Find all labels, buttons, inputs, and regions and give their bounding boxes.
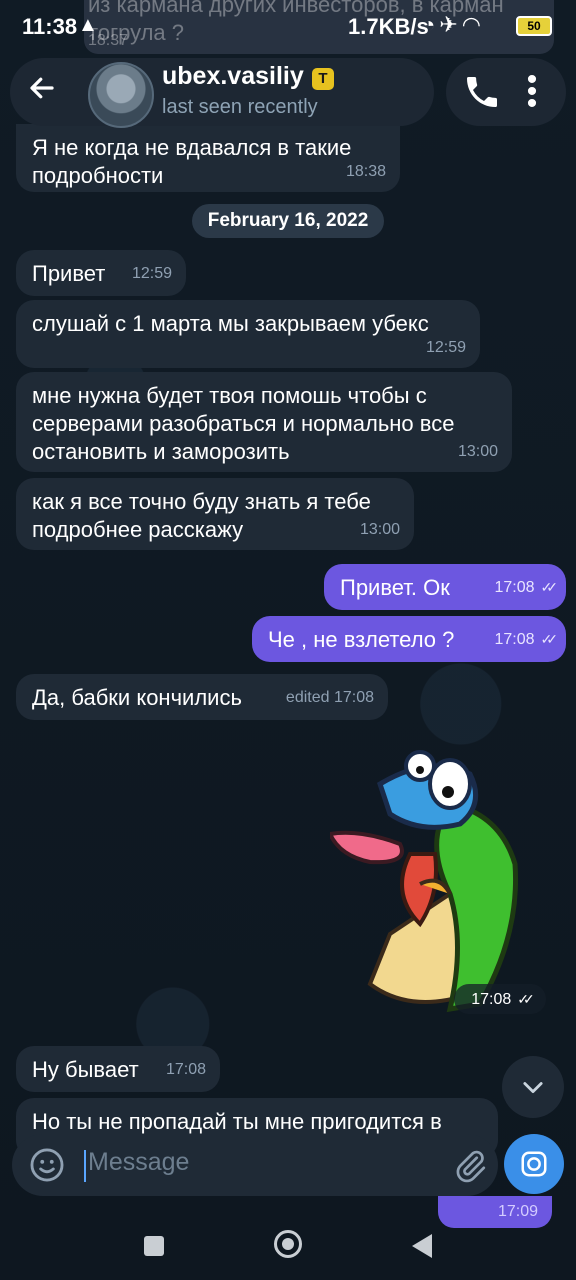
message-time: edited 17:08 xyxy=(285,689,374,706)
message-text: Но ты не пропадай ты мне пригодится в xyxy=(32,1109,442,1134)
message-text: Ну бывает xyxy=(32,1057,139,1082)
status-icons: ◔✈◠ xyxy=(422,12,485,38)
status-time: 11:38 xyxy=(22,14,78,39)
warning-triangle-icon: ▲ xyxy=(78,14,98,36)
message-text: Че , не взлетело ? xyxy=(268,627,455,652)
message-incoming[interactable]: как я все точно буду знать я тебе подроб… xyxy=(16,478,414,550)
airplane-icon: ✈ xyxy=(439,12,462,37)
message-time: 12:59 xyxy=(131,265,172,282)
message-time: 17:08 xyxy=(494,631,535,648)
alarm-icon: ◔ xyxy=(422,12,440,37)
back-button[interactable] xyxy=(412,1234,432,1258)
date-divider: February 16, 2022 xyxy=(192,204,384,238)
chat-title[interactable]: ubex.vasiliy xyxy=(162,62,304,91)
network-speed: 1.7KB/s xyxy=(348,14,429,39)
message-text: Я не когда не вдавался в такие подробнос… xyxy=(32,135,352,188)
message-outgoing[interactable]: Привет. Ок 17:08 ✓✓ xyxy=(324,564,566,610)
battery-icon: 50 xyxy=(516,16,552,36)
double-check-icon: ✓✓ xyxy=(540,579,559,595)
more-options-icon[interactable]: • • • xyxy=(520,65,544,119)
paperclip-icon[interactable] xyxy=(452,1146,488,1186)
message-incoming[interactable]: Ну бывает 17:08 xyxy=(16,1046,220,1092)
emoji-icon[interactable] xyxy=(28,1146,66,1184)
chevron-down-icon xyxy=(523,1082,543,1094)
status-bar: 11:38 ▲ 1.7KB/s ◔✈◠ 50 xyxy=(0,0,576,54)
message-outgoing-partial: 17:09 xyxy=(438,1196,552,1228)
home-button[interactable] xyxy=(274,1230,302,1258)
message-time: 12:59 xyxy=(425,339,466,356)
sticker-time: 17:08 ✓✓ xyxy=(454,984,546,1014)
message-time: 17:09 xyxy=(497,1203,538,1220)
back-arrow-icon[interactable] xyxy=(20,64,64,120)
message-time: 17:08 xyxy=(494,579,535,596)
double-check-icon: ✓✓ xyxy=(517,991,535,1007)
message-incoming[interactable]: Я не когда не вдавался в такие подробнос… xyxy=(16,124,400,192)
message-time: 13:00 xyxy=(457,443,498,460)
double-check-icon: ✓✓ xyxy=(540,631,559,647)
sticker-lizard[interactable] xyxy=(327,744,530,1014)
message-text: Да, бабки кончились xyxy=(32,685,242,710)
message-input[interactable]: Message xyxy=(88,1148,189,1177)
message-incoming[interactable]: слушай с 1 марта мы закрываем убекс 12:5… xyxy=(16,300,480,368)
message-outgoing[interactable]: Че , не взлетело ? 17:08 ✓✓ xyxy=(252,616,566,662)
message-time: 13:00 xyxy=(359,521,400,538)
message-incoming[interactable]: мне нужна будет твоя помошь чтобы с серв… xyxy=(16,372,512,472)
message-incoming[interactable]: Привет 12:59 xyxy=(16,250,186,296)
avatar[interactable] xyxy=(88,62,154,128)
message-text: Привет. Ок xyxy=(340,575,450,600)
message-text: слушай с 1 марта мы закрываем убекс xyxy=(32,311,429,336)
message-incoming[interactable]: Да, бабки кончились edited 17:08 xyxy=(16,674,388,720)
scroll-down-button[interactable] xyxy=(502,1056,564,1118)
message-text: Привет xyxy=(32,261,106,286)
recents-button[interactable] xyxy=(144,1236,164,1256)
camera-icon xyxy=(521,1151,547,1177)
text-cursor xyxy=(84,1150,86,1182)
message-time: 17:08 xyxy=(471,991,512,1008)
message-time: 18:38 xyxy=(345,163,386,180)
camera-button[interactable] xyxy=(504,1134,564,1194)
last-seen-status: last seen recently xyxy=(162,96,318,118)
wifi-icon: ◠ xyxy=(461,12,485,37)
message-text: как я все точно буду знать я тебе подроб… xyxy=(32,489,371,542)
message-time: 17:08 xyxy=(165,1061,206,1078)
message-text: мне нужна будет твоя помошь чтобы с серв… xyxy=(32,383,455,464)
phone-call-icon[interactable] xyxy=(462,72,502,112)
status-badge: T xyxy=(312,68,334,90)
